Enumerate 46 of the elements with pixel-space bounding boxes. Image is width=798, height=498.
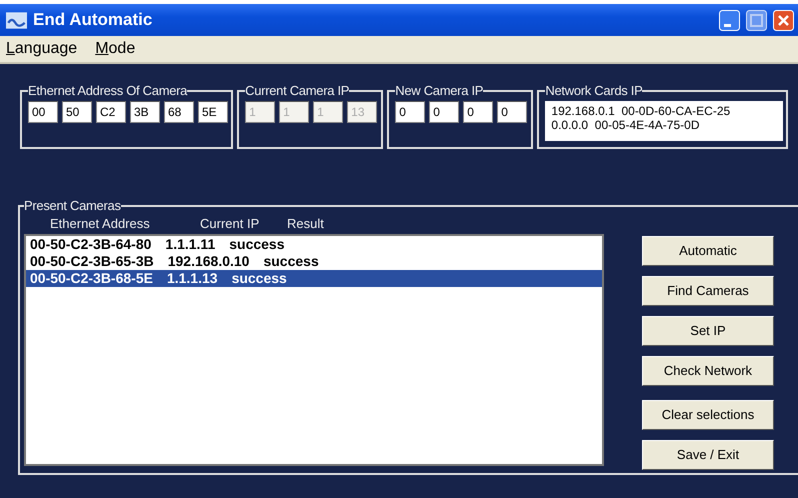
table-cell: success: [263, 253, 319, 270]
menu-item[interactable]: Language: [6, 37, 78, 61]
action-button[interactable]: Set IP: [642, 316, 774, 346]
camera-row[interactable]: 00-50-C2-3B-64-80 1.1.1.11 success: [26, 236, 602, 253]
list-item: 0.0.0.0 00-05-4E-4A-75-0D: [551, 118, 700, 132]
table-cell: success: [232, 270, 287, 287]
group-title: Current Camera IP: [245, 84, 350, 97]
column-header: Ethernet Address: [50, 215, 151, 233]
column-header: Result: [287, 215, 325, 233]
camera-row[interactable]: 00-50-C2-3B-68-5E 1.1.1.13 success: [26, 270, 602, 287]
address-field[interactable]: 3B: [130, 101, 160, 123]
list-item: 192.168.0.1 00-0D-60-CA-EC-25: [551, 104, 732, 118]
app-icon: [6, 10, 27, 30]
window-title: End Automatic: [33, 9, 154, 32]
table-cell: 00-50-C2-3B-68-5E: [30, 270, 153, 287]
menu-item[interactable]: Mode: [95, 37, 136, 61]
address-field[interactable]: 68: [164, 101, 194, 123]
action-button[interactable]: Clear selections: [642, 400, 774, 430]
table-cell: 192.168.0.10: [168, 253, 250, 270]
table-cell: 1.1.1.11: [165, 236, 216, 253]
address-field[interactable]: 0: [429, 101, 460, 123]
column-header: Current IP: [200, 215, 260, 233]
address-field[interactable]: 00: [28, 101, 58, 123]
camera-row[interactable]: 00-50-C2-3B-65-3B 192.168.0.10 success: [26, 253, 602, 270]
address-field[interactable]: C2: [96, 101, 126, 123]
table-cell: success: [229, 236, 285, 253]
address-field[interactable]: 0: [395, 101, 426, 123]
table-cell: 1.1.1.13: [166, 270, 218, 287]
table-cell: 00-50-C2-3B-65-3B: [30, 253, 154, 270]
action-button[interactable]: Save / Exit: [642, 440, 774, 470]
group-title: New Camera IP: [395, 84, 484, 97]
action-button[interactable]: Automatic: [642, 236, 774, 266]
address-field[interactable]: 0: [497, 101, 528, 123]
group-title: Present Cameras: [24, 199, 121, 212]
action-button[interactable]: Find Cameras: [642, 276, 774, 306]
group-title: Network Cards IP: [545, 84, 642, 97]
address-field[interactable]: 5E: [198, 101, 228, 123]
action-button[interactable]: Check Network: [642, 356, 774, 386]
table-cell: 00-50-C2-3B-64-80: [30, 236, 152, 253]
address-field[interactable]: 0: [463, 101, 494, 123]
address-field[interactable]: 50: [62, 101, 92, 123]
close-icon[interactable]: [773, 10, 794, 30]
minimize-icon[interactable]: [719, 10, 740, 30]
group-title: Ethernet Address Of Camera: [28, 84, 188, 97]
camera-list[interactable]: 00-50-C2-3B-64-80 1.1.1.11 success 00-50-C2-3B-65-3B 192.168.0.10 success 00-50-C2-3B-68-5E 1.1.1.13 success: [24, 234, 604, 466]
maximize-icon[interactable]: [746, 10, 767, 30]
